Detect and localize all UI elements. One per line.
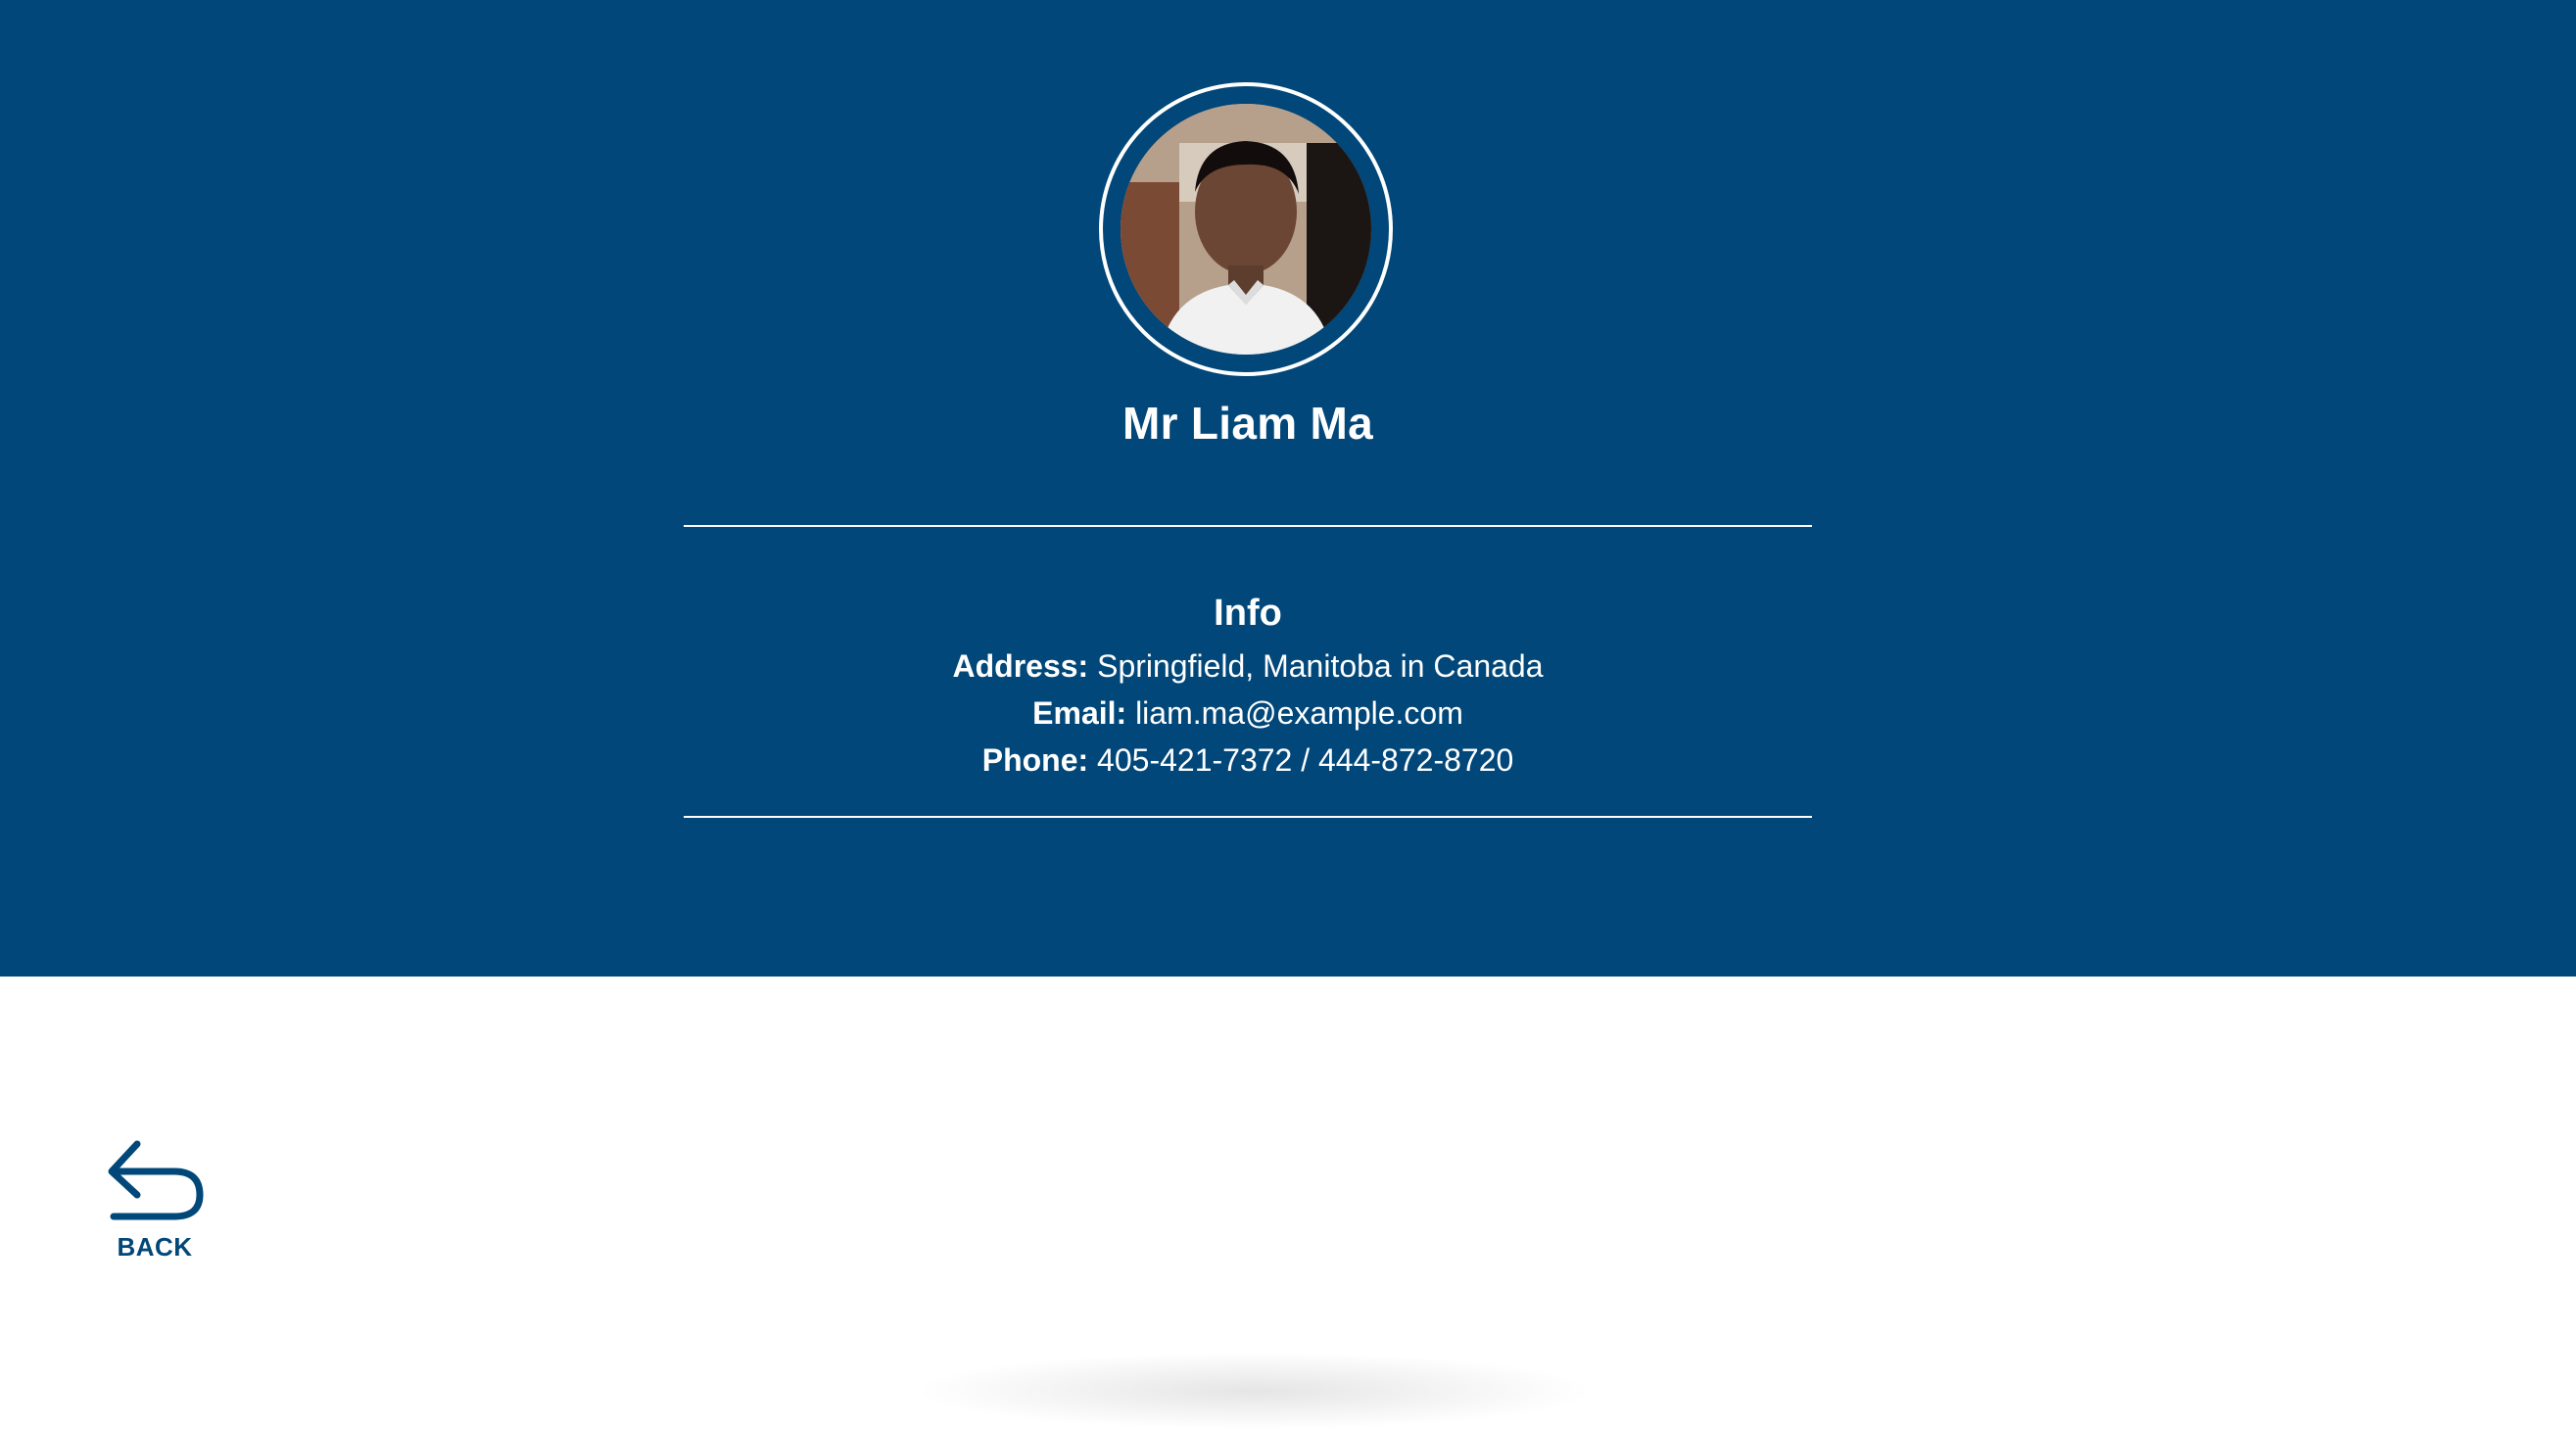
address-value: Springfield, Manitoba in Canada xyxy=(1097,648,1544,684)
phone-line: Phone: 405-421-7372 / 444-872-8720 xyxy=(0,742,2496,779)
email-line: Email: liam.ma@example.com xyxy=(0,695,2496,732)
person-name: Mr Liam Ma xyxy=(1121,398,1374,449)
divider-bottom xyxy=(684,816,1812,818)
phone-label: Phone: xyxy=(981,742,1089,778)
email-label: Email: xyxy=(1032,695,1127,731)
divider-top xyxy=(684,525,1812,527)
back-label: BACK xyxy=(117,1232,193,1262)
avatar-photo xyxy=(1121,104,1371,355)
undo-arrow-icon xyxy=(106,1138,204,1220)
back-button[interactable]: BACK xyxy=(106,1138,204,1263)
avatar xyxy=(1121,104,1371,355)
address-line: Address: Springfield, Manitoba in Canada xyxy=(0,648,2496,685)
avatar-ring xyxy=(1099,82,1393,376)
bottom-shadow xyxy=(911,1352,1597,1430)
profile-header: Mr Liam Ma Info Address: Springfield, Ma… xyxy=(0,0,2576,977)
phone-value: 405-421-7372 / 444-872-8720 xyxy=(1097,742,1514,778)
address-label: Address: xyxy=(952,648,1089,684)
email-value: liam.ma@example.com xyxy=(1135,695,1463,731)
info-heading: Info xyxy=(1214,593,1282,634)
